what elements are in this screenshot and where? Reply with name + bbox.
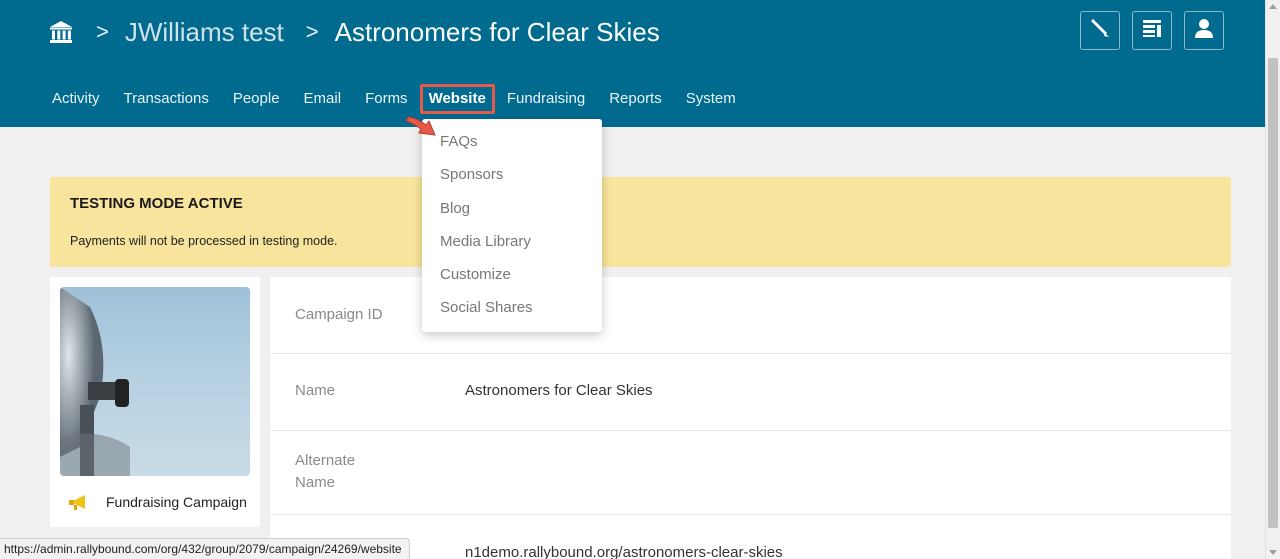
vertical-scrollbar[interactable] xyxy=(1265,0,1280,559)
campaign-card: Fundraising Campaign xyxy=(50,277,260,527)
layout-icon xyxy=(1141,17,1163,44)
detail-row-url: n1demo.rallybound.org/astronomers-clear-… xyxy=(270,515,1231,559)
nav-forms[interactable]: Forms xyxy=(353,84,420,114)
website-dropdown-menu: FAQs Sponsors Blog Media Library Customi… xyxy=(422,119,602,332)
nav-email[interactable]: Email xyxy=(292,84,354,114)
nav-activity[interactable]: Activity xyxy=(40,84,112,114)
name-value: Astronomers for Clear Skies xyxy=(465,382,653,399)
nav-reports[interactable]: Reports xyxy=(597,84,674,114)
campaign-details: Campaign ID Name Astronomers for Clear S… xyxy=(270,277,1231,559)
menu-item-social-shares[interactable]: Social Shares xyxy=(422,291,602,324)
detail-row-alternate-name: Alternate Name xyxy=(270,431,1231,515)
name-label: Name xyxy=(295,382,336,399)
alternate-name-label: Alternate Name xyxy=(295,452,356,491)
menu-item-media-library[interactable]: Media Library xyxy=(422,225,602,258)
bank-icon[interactable] xyxy=(48,19,74,45)
detail-row-campaign-id: Campaign ID xyxy=(270,277,1231,354)
megaphone-icon xyxy=(68,492,92,512)
nav-fundraising[interactable]: Fundraising xyxy=(495,84,597,114)
browser-status-url: https://admin.rallybound.com/org/432/gro… xyxy=(0,538,410,559)
menu-item-blog[interactable]: Blog xyxy=(422,192,602,225)
menu-item-faqs[interactable]: FAQs xyxy=(422,125,602,158)
scroll-up-icon[interactable] xyxy=(1269,4,1277,9)
campaign-image[interactable] xyxy=(60,287,250,476)
breadcrumb-campaign: Astronomers for Clear Skies xyxy=(334,16,660,47)
detail-row-name: Name Astronomers for Clear Skies xyxy=(270,354,1231,431)
nav-website[interactable]: Website xyxy=(419,84,495,114)
breadcrumb: > JWilliams test > Astronomers for Clear… xyxy=(48,14,660,50)
pen-icon xyxy=(1089,17,1111,44)
layout-button[interactable] xyxy=(1132,11,1172,50)
pointer-arrow-icon xyxy=(405,116,436,136)
user-button[interactable] xyxy=(1184,11,1224,50)
testing-mode-banner: TESTING MODE ACTIVE Payments will not be… xyxy=(50,177,1231,267)
telescope-photo xyxy=(60,287,130,476)
menu-item-sponsors[interactable]: Sponsors xyxy=(422,158,602,191)
breadcrumb-separator: > xyxy=(96,19,109,44)
banner-text: Payments will not be processed in testin… xyxy=(70,234,338,248)
scroll-thumb[interactable] xyxy=(1268,58,1278,528)
user-icon xyxy=(1193,17,1215,44)
main-nav: Activity Transactions People Email Forms… xyxy=(40,84,748,114)
campaign-type-label: Fundraising Campaign xyxy=(106,494,247,510)
top-header: > JWilliams test > Astronomers for Clear… xyxy=(0,0,1265,127)
url-value: n1demo.rallybound.org/astronomers-clear-… xyxy=(465,544,783,559)
breadcrumb-organization[interactable]: JWilliams test xyxy=(125,17,284,48)
scroll-down-icon[interactable] xyxy=(1269,550,1277,555)
pen-button[interactable] xyxy=(1080,11,1120,50)
campaign-type: Fundraising Campaign xyxy=(68,492,247,512)
breadcrumb-separator: > xyxy=(305,19,319,44)
banner-title: TESTING MODE ACTIVE xyxy=(70,195,243,212)
campaign-id-label: Campaign ID xyxy=(295,306,383,323)
nav-transactions[interactable]: Transactions xyxy=(112,84,221,114)
menu-item-customize[interactable]: Customize xyxy=(422,258,602,291)
nav-people[interactable]: People xyxy=(221,84,292,114)
nav-system[interactable]: System xyxy=(674,84,748,114)
